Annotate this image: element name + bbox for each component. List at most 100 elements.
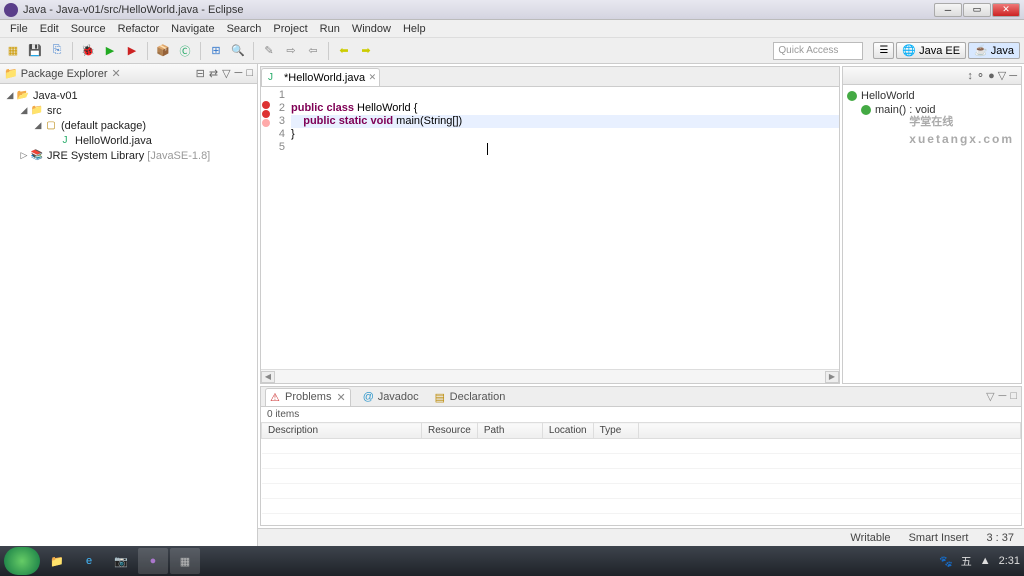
run-last-icon[interactable]: ▶: [123, 42, 141, 60]
error-marker-icon[interactable]: [262, 101, 270, 109]
menu-run[interactable]: Run: [314, 21, 346, 37]
menu-project[interactable]: Project: [267, 21, 313, 37]
problems-view: ⚠Problems✕ @Javadoc ▤Declaration ▽ ─ □ 0…: [260, 386, 1022, 526]
outline-class[interactable]: HelloWorld: [847, 89, 1017, 103]
perspective-javaee[interactable]: 🌐Java EE: [896, 42, 966, 59]
debug-icon[interactable]: 🐞: [79, 42, 97, 60]
menu-file[interactable]: File: [4, 21, 34, 37]
java-file-icon: J: [268, 72, 280, 84]
close-button[interactable]: ✕: [992, 3, 1020, 17]
tree-project[interactable]: ◢📂Java-v01: [0, 88, 257, 103]
tray-icon[interactable]: 🐾: [939, 555, 953, 568]
tab-declaration[interactable]: ▤Declaration: [431, 389, 510, 405]
code-content[interactable]: public class HelloWorld { public static …: [287, 87, 839, 369]
minimize-view-icon[interactable]: ─: [1009, 70, 1017, 82]
taskbar-app-icon[interactable]: 📷: [106, 548, 136, 574]
tray-flag-icon[interactable]: ▲: [980, 555, 991, 567]
outline-header: ↕ ⚬ ● ▽ ─: [843, 67, 1021, 85]
taskbar-ie-icon[interactable]: e: [74, 548, 104, 574]
editor-body[interactable]: 12345 public class HelloWorld { public s…: [261, 87, 839, 369]
horizontal-scrollbar[interactable]: ◀ ▶: [261, 369, 839, 383]
workbench: 📁 Package Explorer ✕ ⊟ ⇄ ▽ ─ □ ◢📂Java-v0…: [0, 64, 1024, 546]
tree-src[interactable]: ◢📁src: [0, 103, 257, 118]
open-type-icon[interactable]: ⊞: [207, 42, 225, 60]
tray-clock[interactable]: 2:31: [999, 555, 1020, 567]
collapse-all-icon[interactable]: ⊟: [196, 67, 205, 80]
folder-icon: 📁: [4, 67, 18, 80]
col-location[interactable]: Location: [542, 423, 593, 439]
windows-taskbar: 📁 e 📷 ● ▦ 🐾 五 ▲ 2:31: [0, 546, 1024, 576]
view-menu-icon[interactable]: ▽: [222, 67, 230, 80]
perspective-switcher: ☰ 🌐Java EE ☕Java: [873, 42, 1020, 59]
bottom-tabs: ⚠Problems✕ @Javadoc ▤Declaration ▽ ─ □: [261, 387, 1021, 407]
menu-window[interactable]: Window: [346, 21, 397, 37]
project-tree[interactable]: ◢📂Java-v01 ◢📁src ◢▢(default package) JHe…: [0, 84, 257, 546]
tree-file[interactable]: JHelloWorld.java: [0, 133, 257, 148]
tray-lang-icon[interactable]: 五: [961, 553, 972, 569]
menu-source[interactable]: Source: [65, 21, 112, 37]
tab-javadoc[interactable]: @Javadoc: [359, 389, 423, 405]
view-menu-icon[interactable]: ▽: [986, 390, 994, 403]
outline-method[interactable]: main() : void: [847, 103, 1017, 117]
back-icon[interactable]: ⬅: [335, 42, 353, 60]
search-icon[interactable]: 🔍: [229, 42, 247, 60]
scroll-right-icon[interactable]: ▶: [825, 371, 839, 383]
tree-package[interactable]: ◢▢(default package): [0, 118, 257, 133]
outline-sort-icon[interactable]: ↕: [967, 70, 973, 82]
save-icon[interactable]: 💾: [26, 42, 44, 60]
error-marker-icon[interactable]: [262, 119, 270, 127]
taskbar-app2-icon[interactable]: ▦: [170, 548, 200, 574]
start-button[interactable]: [4, 547, 40, 575]
new-icon[interactable]: ▦: [4, 42, 22, 60]
menu-refactor[interactable]: Refactor: [112, 21, 166, 37]
toggle-mark-icon[interactable]: ✎: [260, 42, 278, 60]
problems-table[interactable]: Description Resource Path Location Type: [261, 422, 1021, 525]
code-editor: J *HelloWorld.java ✕ 12345: [260, 66, 840, 384]
scroll-left-icon[interactable]: ◀: [261, 371, 275, 383]
open-perspective-button[interactable]: ☰: [873, 42, 894, 59]
col-path[interactable]: Path: [477, 423, 542, 439]
prev-annotation-icon[interactable]: ⇦: [304, 42, 322, 60]
window-controls: ─ ▭ ✕: [934, 3, 1020, 17]
main-toolbar: ▦ 💾 ⎘ 🐞 ▶ ▶ 📦 Ⓒ ⊞ 🔍 ✎ ⇨ ⇦ ⬅ ➡ Quick Acce…: [0, 38, 1024, 64]
run-icon[interactable]: ▶: [101, 42, 119, 60]
problems-icon: ⚠: [270, 391, 282, 403]
maximize-button[interactable]: ▭: [963, 3, 991, 17]
minimize-view-icon[interactable]: ─: [999, 390, 1007, 403]
col-description[interactable]: Description: [262, 423, 422, 439]
next-annotation-icon[interactable]: ⇨: [282, 42, 300, 60]
outline-menu-icon[interactable]: ▽: [998, 69, 1006, 82]
save-all-icon[interactable]: ⎘: [48, 42, 66, 60]
menu-search[interactable]: Search: [221, 21, 268, 37]
menu-help[interactable]: Help: [397, 21, 432, 37]
maximize-view-icon[interactable]: □: [246, 67, 253, 80]
col-type[interactable]: Type: [593, 423, 638, 439]
error-marker-icon[interactable]: [262, 110, 270, 118]
editor-tab-helloworld[interactable]: J *HelloWorld.java ✕: [261, 68, 380, 86]
tab-close-icon[interactable]: ✕: [369, 72, 377, 83]
tree-jre[interactable]: ▷📚JRE System Library [JavaSE-1.8]: [0, 148, 257, 163]
taskbar-explorer-icon[interactable]: 📁: [42, 548, 72, 574]
new-package-icon[interactable]: 📦: [154, 42, 172, 60]
menu-edit[interactable]: Edit: [34, 21, 65, 37]
package-explorer-view: 📁 Package Explorer ✕ ⊟ ⇄ ▽ ─ □ ◢📂Java-v0…: [0, 64, 258, 546]
outline-content[interactable]: HelloWorld main() : void: [843, 85, 1021, 121]
minimize-view-icon[interactable]: ─: [235, 67, 243, 80]
col-resource[interactable]: Resource: [422, 423, 478, 439]
status-insert-mode: Smart Insert: [909, 532, 969, 544]
maximize-view-icon[interactable]: □: [1010, 390, 1017, 403]
status-bar: Writable Smart Insert 3 : 37: [258, 528, 1024, 546]
perspective-java[interactable]: ☕Java: [968, 42, 1020, 59]
taskbar-eclipse-icon[interactable]: ●: [138, 548, 168, 574]
outline-hide-icon[interactable]: ●: [988, 70, 995, 82]
new-class-icon[interactable]: Ⓒ: [176, 42, 194, 60]
outline-filter-icon[interactable]: ⚬: [976, 69, 985, 82]
system-tray[interactable]: 🐾 五 ▲ 2:31: [939, 553, 1020, 569]
link-editor-icon[interactable]: ⇄: [209, 67, 218, 80]
tab-problems[interactable]: ⚠Problems✕: [265, 388, 351, 406]
menu-navigate[interactable]: Navigate: [165, 21, 220, 37]
view-tab-close-icon[interactable]: ✕: [112, 67, 121, 80]
quick-access-input[interactable]: Quick Access: [773, 42, 863, 60]
minimize-button[interactable]: ─: [934, 3, 962, 17]
forward-icon[interactable]: ➡: [357, 42, 375, 60]
